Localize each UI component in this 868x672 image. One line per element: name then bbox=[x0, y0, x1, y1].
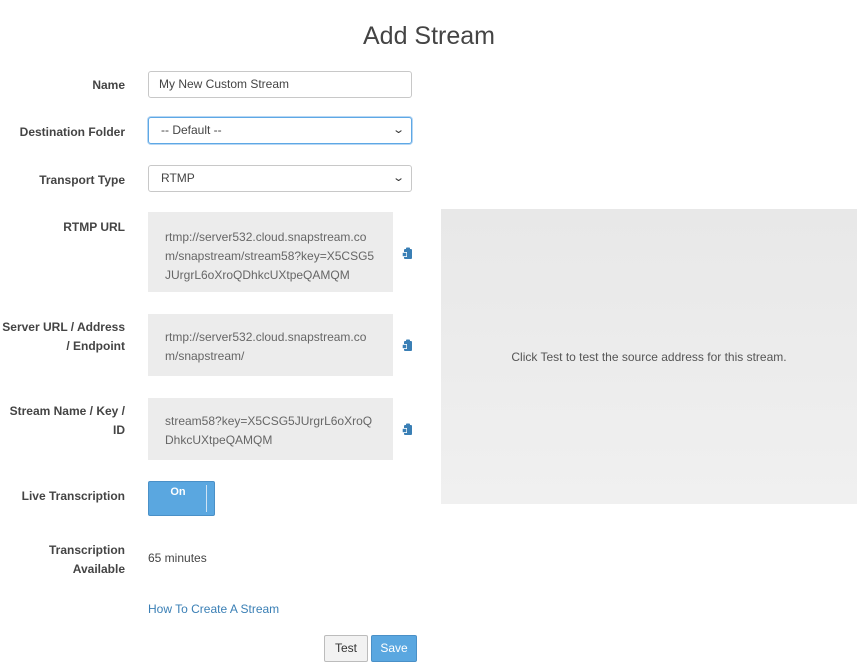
transcription-available-value: 65 minutes bbox=[148, 551, 207, 565]
server-url-label: Server URL / Address / Endpoint bbox=[2, 320, 125, 353]
how-to-create-stream-link[interactable]: How To Create A Stream bbox=[148, 602, 279, 616]
stream-name-field[interactable]: stream58?key=X5CSG5JUrgrL6oXroQDhkcUXtpe… bbox=[148, 398, 393, 460]
chevron-down-icon: ⌄ bbox=[391, 124, 405, 136]
save-button[interactable]: Save bbox=[371, 635, 417, 662]
clipboard-copy-icon[interactable] bbox=[401, 339, 414, 352]
add-stream-page: Add Stream Name My New Custom Stream Des… bbox=[0, 0, 868, 672]
rtmp-url-label: RTMP URL bbox=[63, 220, 125, 234]
name-label: Name bbox=[92, 78, 125, 92]
toggle-state-label: On bbox=[170, 486, 186, 498]
destination-folder-label: Destination Folder bbox=[19, 125, 125, 139]
transport-type-value: RTMP bbox=[161, 171, 195, 185]
stream-preview-panel: Click Test to test the source address fo… bbox=[441, 209, 857, 504]
toggle-handle bbox=[206, 485, 207, 512]
clipboard-copy-icon[interactable] bbox=[401, 247, 414, 260]
test-button[interactable]: Test bbox=[324, 635, 368, 662]
transport-type-label: Transport Type bbox=[39, 173, 125, 187]
name-input[interactable]: My New Custom Stream bbox=[148, 71, 412, 98]
transcription-available-label: Transcription Available bbox=[48, 543, 125, 576]
rtmp-url-field[interactable]: rtmp://server532.cloud.snapstream.com/sn… bbox=[148, 212, 393, 292]
clipboard-copy-icon[interactable] bbox=[401, 423, 414, 436]
live-transcription-label: Live Transcription bbox=[21, 489, 125, 503]
page-title: Add Stream bbox=[362, 22, 495, 50]
stream-name-label: Stream Name / Key / ID bbox=[9, 404, 125, 437]
transport-type-select[interactable]: RTMP ⌄ bbox=[148, 165, 412, 192]
preview-message: Click Test to test the source address fo… bbox=[511, 349, 787, 364]
server-url-field[interactable]: rtmp://server532.cloud.snapstream.com/sn… bbox=[148, 314, 393, 376]
destination-folder-select[interactable]: -- Default -- ⌄ bbox=[148, 117, 412, 144]
live-transcription-toggle[interactable]: On bbox=[148, 481, 215, 516]
destination-folder-value: -- Default -- bbox=[161, 123, 222, 137]
chevron-down-icon: ⌄ bbox=[391, 172, 405, 184]
